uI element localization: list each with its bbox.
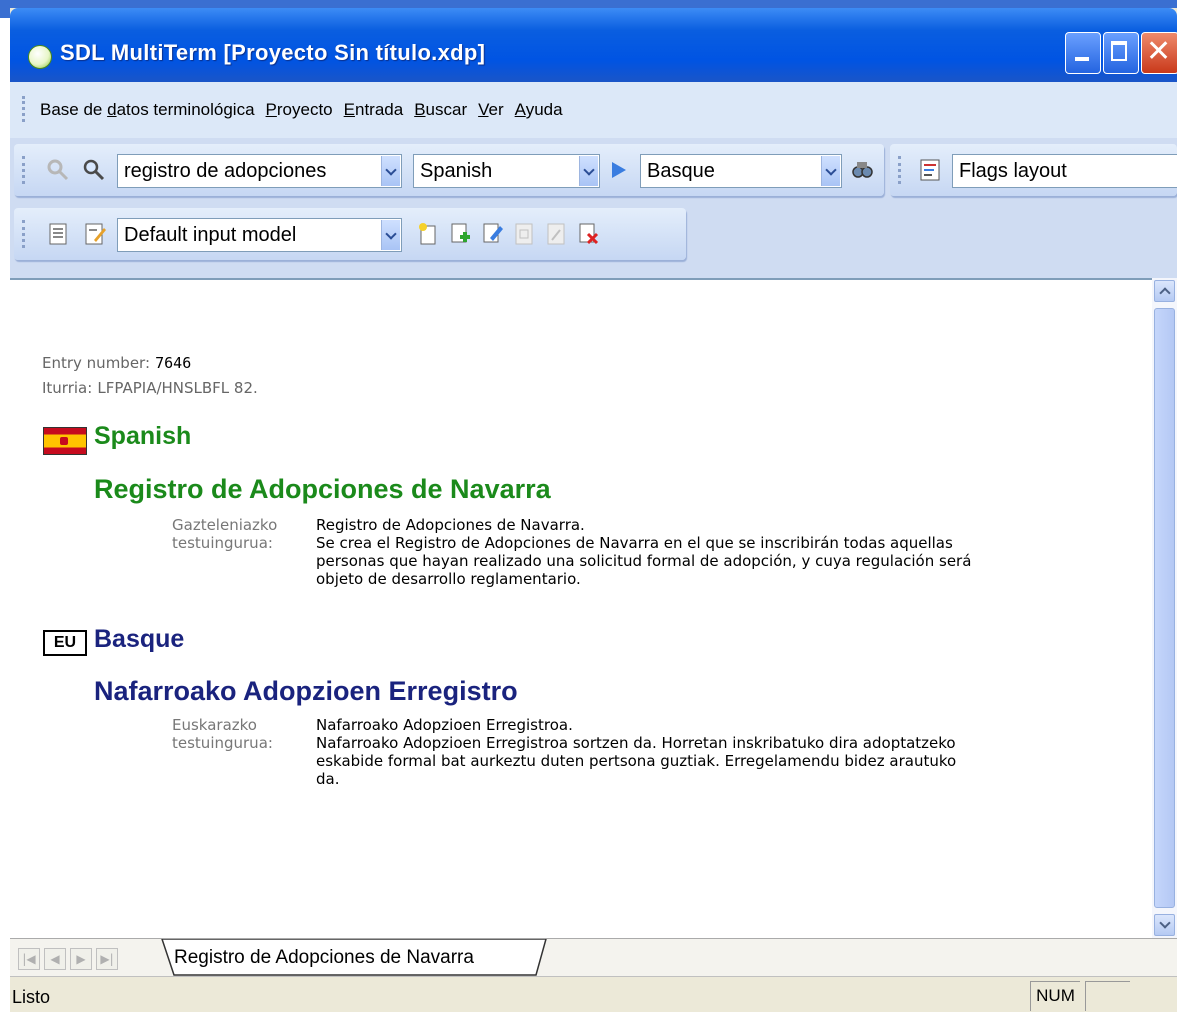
source-language-select[interactable]: Spanish: [413, 154, 600, 188]
context-line: Registro de Adopciones de Navarra.: [316, 516, 585, 534]
menu-items: Base de datos terminológica Proyecto Entra…: [40, 100, 574, 120]
delete-entry-icon[interactable]: [576, 222, 600, 246]
entry-list-icon[interactable]: [46, 222, 70, 246]
entry-number-value: 7646: [155, 354, 192, 372]
previous-tab-button[interactable]: ◀: [44, 948, 66, 970]
context-label-spanish: Gazteleniazko testuingurua:: [172, 516, 277, 552]
app-window: SDL MultiTerm [Proyecto Sin título.xdp] …: [10, 8, 1177, 1012]
toolbar-grip[interactable]: [898, 156, 905, 184]
vertical-scrollbar[interactable]: [1152, 278, 1177, 938]
toolbar-area: registro de adopciones Spanish Basque Fl…: [10, 138, 1177, 278]
hitlist-icon[interactable]: [46, 158, 70, 182]
scroll-up-button[interactable]: [1154, 280, 1175, 302]
chevron-down-icon[interactable]: [381, 220, 400, 250]
maximize-icon: [1111, 41, 1127, 61]
title-bar[interactable]: SDL MultiTerm [Proyecto Sin título.xdp] …: [10, 8, 1177, 82]
toolbar-grip[interactable]: [22, 220, 29, 248]
menu-bar: Base de datos terminológica Proyecto Entra…: [10, 82, 1177, 138]
status-panel: [1085, 981, 1130, 1011]
entry-number-line: Entry number: 7646: [42, 353, 191, 372]
context-line: objeto de desarrollo reglamentario.: [316, 570, 581, 588]
new-entry-icon[interactable]: [416, 222, 440, 246]
spanish-flag-icon: [43, 427, 87, 455]
language-heading-spanish: Spanish: [94, 422, 192, 450]
edit-entry-icon[interactable]: [480, 222, 504, 246]
menu-ayuda[interactable]: Ayuda: [515, 100, 563, 119]
multiterm-app-icon[interactable]: [28, 45, 52, 69]
search-icon[interactable]: [82, 158, 106, 182]
tab-strip: |◀ ◀ ▶ ▶| Registro de Adopciones de Nava…: [10, 938, 1177, 977]
menu-entrada[interactable]: Entrada: [344, 100, 404, 119]
layout-icon[interactable]: [918, 158, 942, 182]
maximize-button[interactable]: [1103, 32, 1139, 74]
close-button[interactable]: ✕: [1141, 32, 1177, 74]
menu-grip[interactable]: [22, 96, 29, 122]
basque-flag-icon: EU: [43, 630, 87, 656]
scroll-down-button[interactable]: [1154, 914, 1175, 936]
input-model-select[interactable]: Default input model: [117, 218, 402, 252]
input-model-value: Default input model: [124, 224, 297, 246]
source-value: LFPAPIA/HNSLBFL 82.: [97, 379, 258, 397]
entry-view: Entry number: 7646 Iturria: LFPAPIA/HNSL…: [10, 278, 1152, 940]
search-combo[interactable]: registro de adopciones: [117, 154, 402, 188]
language-heading-basque: Basque: [94, 625, 185, 653]
context-line: Nafarroako Adopzioen Erregistroa sortzen…: [316, 734, 956, 752]
context-spanish: Registro de Adopciones de Navarra. Se cr…: [316, 516, 971, 588]
minimize-icon: [1075, 57, 1089, 61]
search-toolbar: registro de adopciones Spanish Basque: [14, 144, 884, 196]
close-icon: ✕: [1146, 34, 1172, 69]
num-lock-indicator: NUM: [1030, 981, 1080, 1011]
toolbar-grip[interactable]: [22, 156, 29, 184]
target-language-value: Basque: [647, 160, 715, 182]
menu-proyecto[interactable]: Proyecto: [266, 100, 333, 119]
copy-entry-icon-disabled[interactable]: [544, 222, 568, 246]
term-basque[interactable]: Nafarroako Adopzioen Erregistro: [94, 676, 518, 707]
context-label-line1: Gazteleniazko: [172, 516, 278, 534]
source-label: Iturria:: [42, 379, 93, 397]
context-label-basque: Euskarazko testuingurua:: [172, 716, 273, 752]
context-label-line2: testuingurua:: [172, 534, 273, 552]
menu-buscar[interactable]: Buscar: [414, 100, 467, 119]
window-title: SDL MultiTerm [Proyecto Sin título.xdp]: [60, 40, 486, 65]
input-model-icon[interactable]: [82, 222, 106, 246]
status-text: Listo: [12, 987, 51, 1007]
layout-value: Flags layout: [959, 160, 1067, 182]
entry-tab[interactable]: Registro de Adopciones de Navarra: [174, 947, 474, 969]
play-arrow-icon[interactable]: [606, 158, 630, 182]
chevron-down-icon[interactable]: [821, 156, 840, 186]
search-value: registro de adopciones: [124, 160, 327, 182]
menu-ver[interactable]: Ver: [478, 100, 504, 119]
context-label-line2: testuingurua:: [172, 734, 273, 752]
layout-toolbar: Flags layout: [890, 144, 1177, 196]
status-bar: Listo NUM: [10, 976, 1177, 1012]
entry-toolbar: Default input model: [14, 208, 686, 260]
chevron-down-icon[interactable]: [381, 156, 400, 186]
last-tab-button[interactable]: ▶|: [96, 948, 118, 970]
context-label-line1: Euskarazko: [172, 716, 257, 734]
layout-select[interactable]: Flags layout: [952, 154, 1177, 188]
source-language-value: Spanish: [420, 160, 493, 182]
binoculars-icon[interactable]: [850, 158, 874, 182]
context-line: eskabide formal bat aurkeztu duten perts…: [316, 752, 957, 770]
context-line: personas que hayan realizado una solicit…: [316, 552, 972, 570]
add-entry-icon[interactable]: [448, 222, 472, 246]
next-tab-button[interactable]: ▶: [70, 948, 92, 970]
context-basque: Nafarroako Adopzioen Erregistroa. Nafarr…: [316, 716, 956, 788]
context-line: Nafarroako Adopzioen Erregistroa.: [316, 716, 573, 734]
first-tab-button[interactable]: |◀: [18, 948, 40, 970]
target-language-select[interactable]: Basque: [640, 154, 842, 188]
save-entry-icon-disabled[interactable]: [512, 222, 536, 246]
context-line: Se crea el Registro de Adopciones de Nav…: [316, 534, 953, 552]
source-line: Iturria: LFPAPIA/HNSLBFL 82.: [42, 378, 258, 397]
menu-base-datos[interactable]: Base de datos terminológica: [40, 100, 255, 119]
minimize-button[interactable]: [1065, 32, 1101, 74]
entry-number-label: Entry number:: [42, 354, 151, 372]
chevron-down-icon[interactable]: [579, 156, 598, 186]
term-spanish[interactable]: Registro de Adopciones de Navarra: [94, 474, 551, 505]
context-line: da.: [316, 770, 340, 788]
scroll-thumb[interactable]: [1154, 308, 1175, 908]
